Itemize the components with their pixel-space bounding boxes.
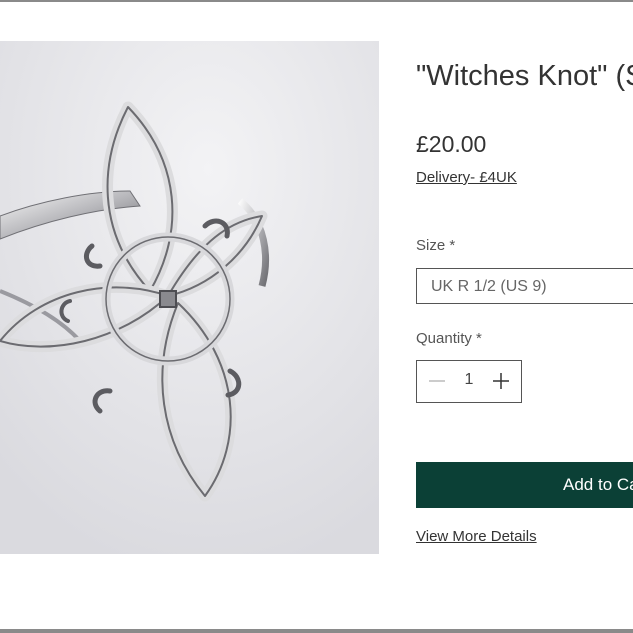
product-page: "Witches Knot" (S £20.00 Delivery- £4UK …: [0, 0, 633, 633]
minus-icon[interactable]: [427, 371, 447, 391]
size-dropdown[interactable]: UK R 1/2 (US 9): [416, 268, 633, 304]
view-more-details-link[interactable]: View More Details: [416, 528, 537, 545]
delivery-link[interactable]: Delivery- £4UK: [416, 169, 517, 186]
product-price: £20.00: [416, 131, 487, 157]
quantity-input[interactable]: 1: [461, 371, 477, 389]
bottom-divider: [0, 629, 633, 633]
size-label: Size *: [416, 237, 456, 254]
top-divider: [0, 0, 633, 2]
quantity-label: Quantity *: [416, 330, 482, 347]
quantity-stepper: 1: [416, 360, 522, 403]
plus-icon[interactable]: [491, 371, 511, 391]
ring-photo: [0, 41, 379, 554]
product-image[interactable]: [0, 41, 379, 554]
add-to-cart-button[interactable]: Add to Cart: [416, 462, 633, 508]
size-selected-value: UK R 1/2 (US 9): [431, 278, 547, 295]
product-title: "Witches Knot" (S: [416, 60, 633, 92]
